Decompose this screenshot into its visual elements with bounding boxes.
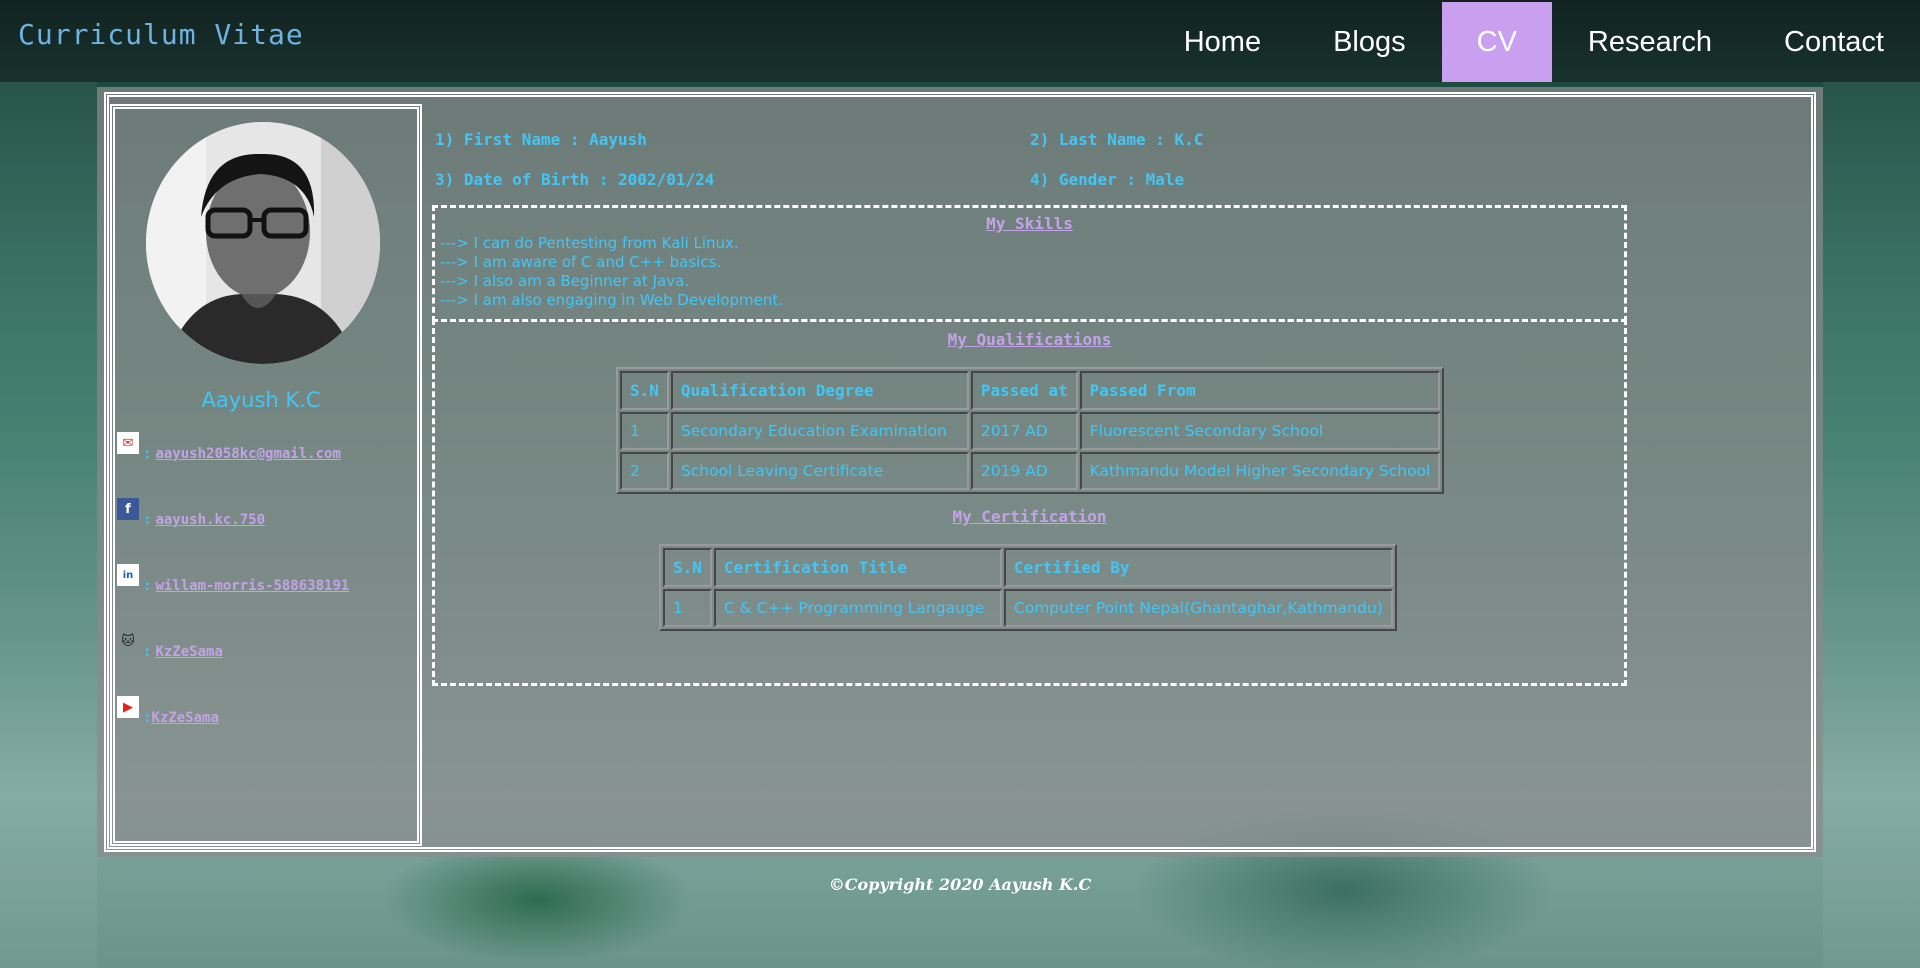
qualifications-table: S.N Qualification Degree Passed at Passe…: [616, 367, 1445, 494]
nav-contact[interactable]: Contact: [1748, 2, 1920, 82]
certification-heading: My Certification: [952, 507, 1107, 526]
table-cell: 1: [663, 589, 712, 627]
table-cell: C & C++ Programming Langauge: [713, 589, 1002, 627]
column-header: Passed From: [1079, 371, 1441, 410]
table-cell: Secondary Education Examination: [670, 412, 969, 450]
contact-separator: :: [143, 446, 152, 462]
background-scene-right: [1823, 82, 1920, 968]
date-of-birth: 3) Date of Birth : 2002/01/24: [435, 170, 715, 189]
gmail-icon: ✉: [117, 432, 139, 454]
contact-facebook: f : aayush.kc.750: [117, 498, 265, 528]
table-cell: 2019 AD: [970, 452, 1078, 490]
table-cell: Fluorescent Secondary School: [1079, 412, 1441, 450]
table-cell: 1: [620, 412, 669, 450]
table-row: 2 School Leaving Certificate 2019 AD Kat…: [620, 452, 1441, 490]
table-row: 1 Secondary Education Examination 2017 A…: [620, 412, 1441, 450]
nav-research[interactable]: Research: [1552, 2, 1748, 82]
contact-separator: :: [143, 512, 152, 528]
column-header: S.N: [663, 548, 712, 587]
main-nav: Home Blogs CV Research Contact: [1148, 2, 1920, 82]
nav-cv[interactable]: CV: [1441, 2, 1552, 82]
skills-section: My Skills ---> I can do Pentesting from …: [432, 205, 1627, 322]
contact-separator: :: [143, 710, 152, 726]
table-cell: 2017 AD: [970, 412, 1078, 450]
first-name: 1) First Name : Aayush: [435, 130, 647, 149]
column-header: S.N: [620, 371, 669, 410]
youtube-link[interactable]: KzZeSama: [151, 710, 218, 726]
table-cell: School Leaving Certificate: [670, 452, 969, 490]
column-header: Certified By: [1003, 548, 1393, 587]
skills-heading: My Skills: [986, 214, 1073, 233]
github-icon: 🐱: [121, 633, 135, 649]
column-header: Passed at: [970, 371, 1078, 410]
linkedin-icon: in: [117, 564, 139, 586]
skill-item: ---> I am also engaging in Web Developme…: [440, 291, 784, 309]
table-header-row: S.N Qualification Degree Passed at Passe…: [620, 371, 1441, 410]
page: { "site": { "title": "Curriculum Vitae" …: [0, 0, 1920, 968]
nav-home[interactable]: Home: [1148, 2, 1297, 82]
facebook-link[interactable]: aayush.kc.750: [155, 512, 265, 528]
table-cell: Kathmandu Model Higher Secondary School: [1079, 452, 1441, 490]
last-name: 2) Last Name : K.C: [1030, 130, 1204, 149]
github-link[interactable]: KzZeSama: [155, 644, 222, 660]
contact-separator: :: [143, 644, 152, 660]
site-title: Curriculum Vitae: [18, 18, 304, 51]
contact-separator: :: [143, 578, 152, 594]
table-row: 1 C & C++ Programming Langauge Computer …: [663, 589, 1393, 627]
facebook-icon: f: [117, 498, 139, 520]
column-header: Certification Title: [713, 548, 1002, 587]
linkedin-link[interactable]: willam-morris-588638191: [155, 578, 349, 594]
avatar: [146, 122, 380, 364]
table-cell: 2: [620, 452, 669, 490]
profile-name: Aayush K.C: [201, 388, 321, 412]
table-cell: Computer Point Nepal(Ghantaghar,Kathmand…: [1003, 589, 1393, 627]
contact-linkedin: in : willam-morris-588638191: [117, 564, 349, 594]
skill-item: ---> I can do Pentesting from Kali Linux…: [440, 234, 739, 252]
certification-table: S.N Certification Title Certified By 1 C…: [659, 544, 1397, 631]
footer-copyright: ©Copyright 2020 Aayush K.C: [828, 875, 1092, 894]
skill-item: ---> I also am a Beginner at Java.: [440, 272, 690, 290]
skills-list: ---> I can do Pentesting from Kali Linux…: [440, 234, 783, 310]
contact-youtube: ▶ : KzZeSama: [117, 696, 219, 726]
background-scene: [0, 82, 97, 968]
skill-item: ---> I am aware of C and C++ basics.: [440, 253, 722, 271]
contact-email: ✉ : aayush2058kc@gmail.com: [117, 432, 341, 462]
qualifications-heading: My Qualifications: [947, 330, 1112, 349]
qualifications-section: My Qualifications S.N Qualification Degr…: [432, 319, 1627, 686]
nav-blogs[interactable]: Blogs: [1297, 2, 1442, 82]
table-header-row: S.N Certification Title Certified By: [663, 548, 1393, 587]
top-navbar: Curriculum Vitae Home Blogs CV Research …: [0, 0, 1920, 82]
column-header: Qualification Degree: [670, 371, 969, 410]
email-link[interactable]: aayush2058kc@gmail.com: [155, 446, 340, 462]
youtube-icon: ▶: [117, 696, 139, 718]
avatar-photo: [146, 122, 380, 364]
contact-github: 🐱 : KzZeSama: [117, 630, 223, 661]
gender: 4) Gender : Male: [1030, 170, 1185, 189]
